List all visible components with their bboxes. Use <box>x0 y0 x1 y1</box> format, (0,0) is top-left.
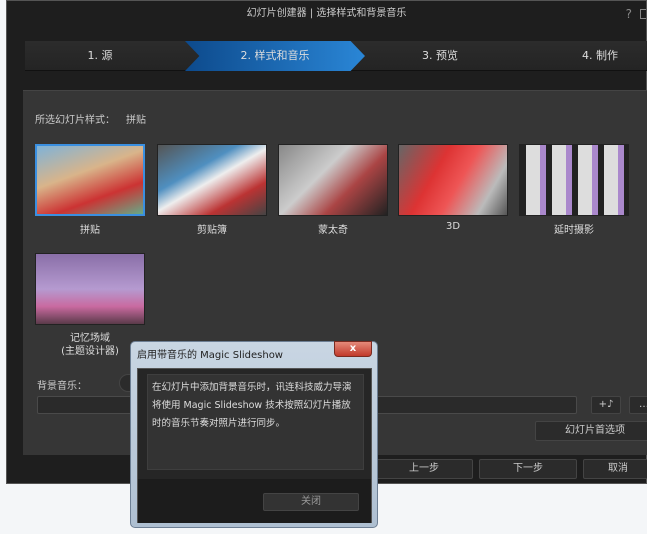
window-title: 幻灯片创建器 | 选择样式和背景音乐 <box>246 8 407 19</box>
style-label-scrapbook: 剪贴簿 <box>197 225 227 236</box>
dialog-close-x-button[interactable]: x <box>334 341 372 357</box>
selected-style-label: 所选幻灯片样式： <box>35 115 115 126</box>
selected-style-value: 拼贴 <box>126 115 146 126</box>
dialog-close-button[interactable]: 关闭 <box>263 493 359 511</box>
dialog-body: 在幻灯片中添加背景音乐时，讯连科技威力导演将使用 Magic Slideshow… <box>137 368 372 523</box>
step-style-music[interactable]: 2. 样式和音乐 <box>185 41 365 71</box>
style-label-collage: 拼贴 <box>80 225 100 236</box>
dialog-title: 启用带音乐的 Magic Slideshow <box>137 350 283 361</box>
style-thumb-collage[interactable] <box>35 144 145 216</box>
magic-slideshow-dialog: 启用带音乐的 Magic Slideshow x 在幻灯片中添加背景音乐时，讯连… <box>130 341 378 528</box>
maximize-button[interactable] <box>640 9 646 19</box>
style-thumb-montage[interactable] <box>278 144 388 216</box>
style-thumb-scrapbook[interactable] <box>157 144 267 216</box>
style-label-montage: 蒙太奇 <box>318 225 348 236</box>
wizard-steps: 1. 源 2. 样式和音乐 3. 预览 4. 制作 <box>25 41 647 71</box>
step-produce[interactable]: 4. 制作 <box>525 41 647 71</box>
help-button[interactable]: ? <box>626 7 632 21</box>
slideshow-preferences-button[interactable]: 幻灯片首选项 <box>535 421 647 441</box>
style-thumb-memory[interactable] <box>35 253 145 325</box>
dialog-message: 在幻灯片中添加背景音乐时，讯连科技威力导演将使用 Magic Slideshow… <box>147 374 364 470</box>
next-button[interactable]: 下一步 <box>479 459 577 479</box>
cancel-button[interactable]: 取消 <box>583 459 647 479</box>
prev-button[interactable]: 上一步 <box>375 459 473 479</box>
add-music-button[interactable]: +♪ <box>591 396 621 414</box>
style-label-timelapse: 延时摄影 <box>554 225 594 236</box>
step-preview[interactable]: 3. 预览 <box>365 41 515 71</box>
style-thumb-timelapse[interactable] <box>519 144 629 216</box>
dialog-footer: 关闭 <box>138 479 371 523</box>
more-music-button[interactable]: … <box>629 396 647 414</box>
step-source[interactable]: 1. 源 <box>25 41 175 71</box>
bg-music-label: 背景音乐： <box>37 381 87 392</box>
style-label-3d: 3D <box>445 221 461 232</box>
style-thumb-3d[interactable] <box>398 144 508 216</box>
